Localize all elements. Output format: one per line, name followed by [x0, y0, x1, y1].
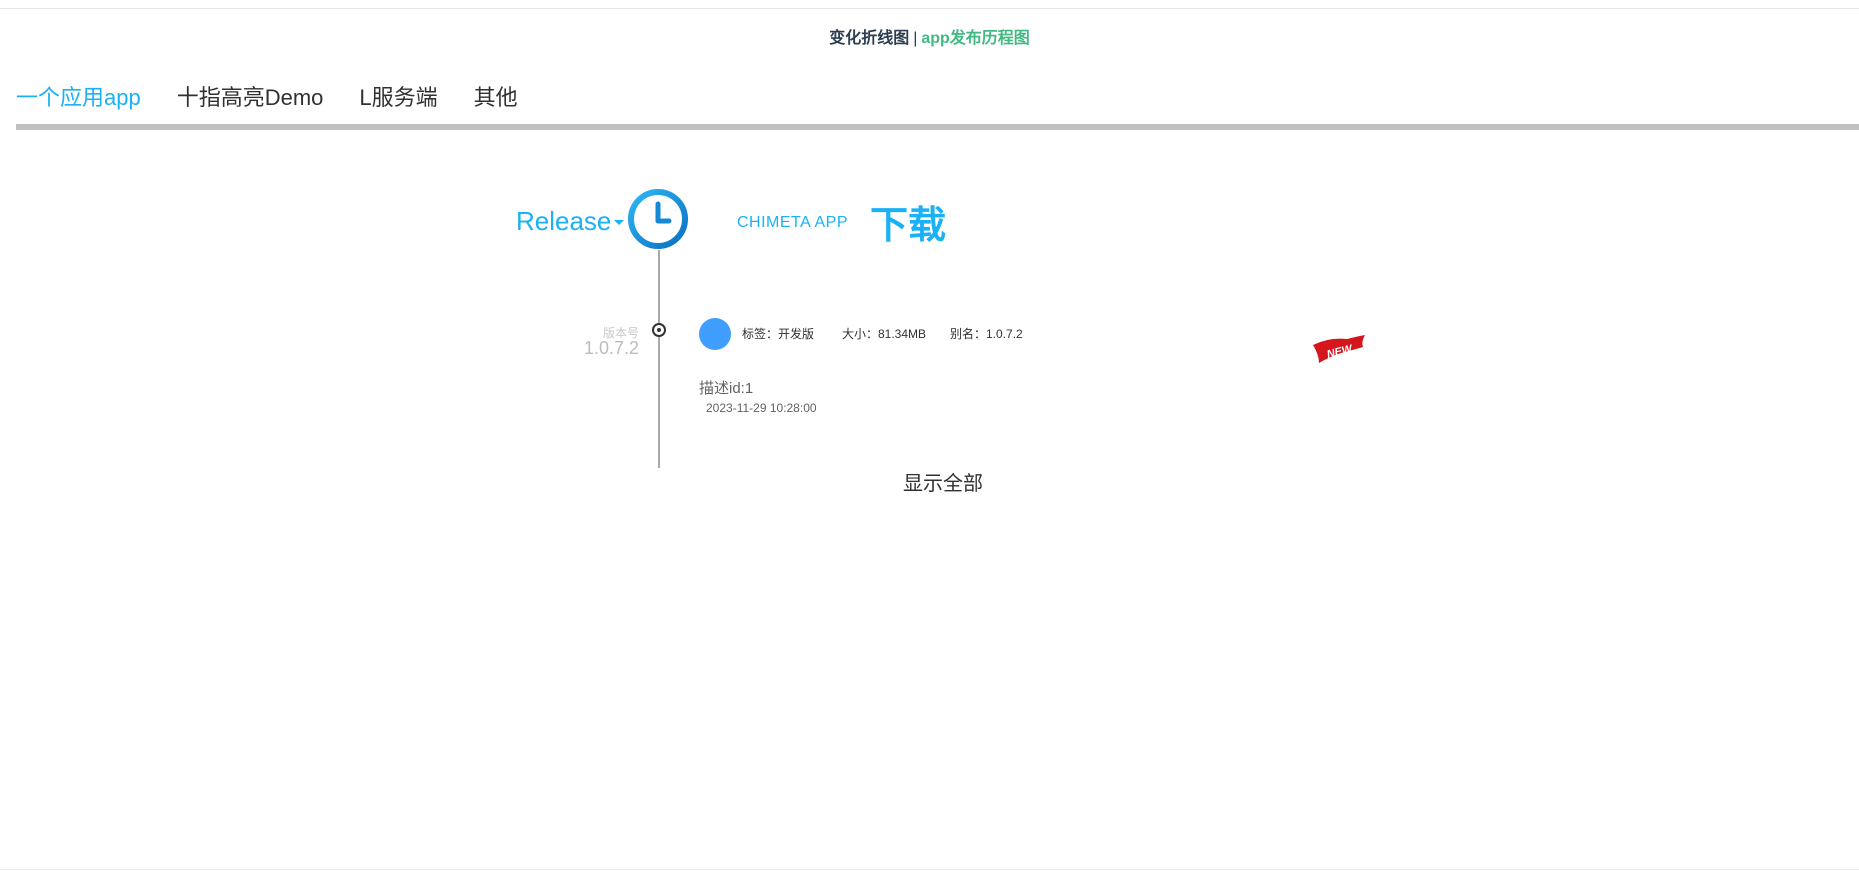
clock-icon — [628, 189, 688, 249]
tab-underline-bar — [16, 124, 1859, 130]
alias-label: 别名：1.0.7.2 — [950, 327, 1023, 341]
show-all-button[interactable]: 显示全部 — [903, 467, 983, 496]
tab-app[interactable]: 一个应用app — [16, 80, 141, 112]
release-history-link[interactable]: app发布历程图 — [921, 30, 1029, 47]
caret-down-icon[interactable] — [614, 220, 624, 225]
release-description: 描述id:1 — [699, 380, 754, 397]
download-button[interactable]: 下载 — [870, 194, 946, 249]
top-divider — [0, 8, 1859, 9]
line-chart-link[interactable]: 变化折线图 — [829, 30, 909, 47]
new-badge-icon: NEW — [1313, 335, 1365, 363]
version-number: 1.0.7.2 — [583, 338, 639, 358]
tab-other[interactable]: 其他 — [474, 80, 518, 112]
tab-bar: 一个应用app 十指高亮Demo L服务端 其他 — [16, 80, 554, 112]
header-separator: | — [913, 30, 918, 47]
header-links: 变化折线图 | app发布历程图 — [0, 24, 1859, 48]
tag-label: 标签：开发版 — [742, 327, 815, 341]
tab-highlight-demo[interactable]: 十指高亮Demo — [177, 80, 324, 112]
bottom-divider — [0, 869, 1859, 870]
size-label: 大小：81.34MB — [842, 327, 927, 341]
tab-server[interactable]: L服务端 — [359, 80, 437, 112]
timeline-node-icon — [652, 323, 666, 337]
avatar — [699, 318, 731, 350]
app-name: CHIMETA APP — [737, 214, 849, 231]
release-timestamp: 2023-11-29 10:28:00 — [706, 401, 817, 415]
timeline-line — [658, 250, 660, 468]
release-dropdown[interactable]: Release — [516, 206, 611, 237]
